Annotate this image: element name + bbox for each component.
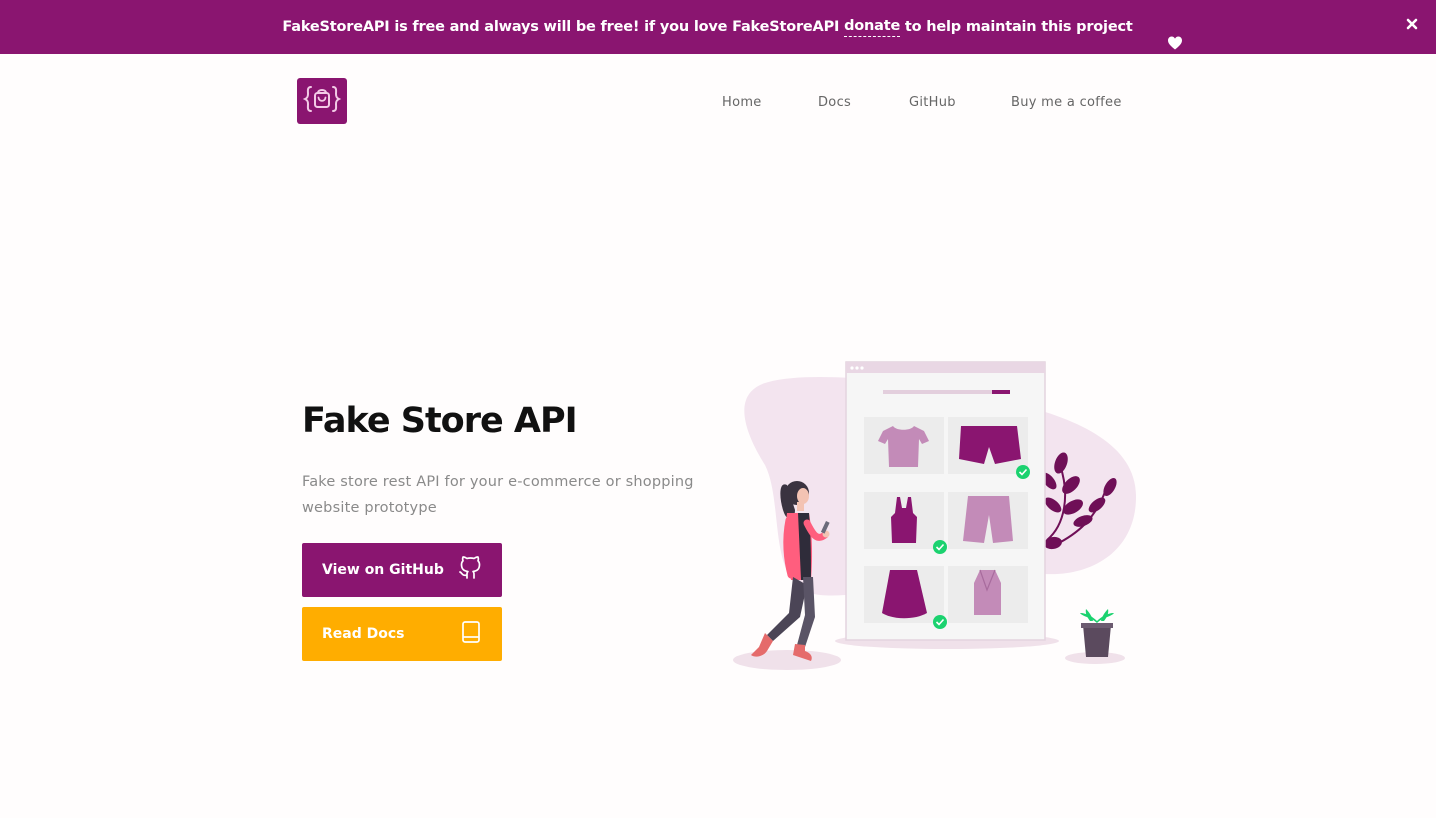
shopping-bag-braces-icon	[302, 82, 342, 120]
site-logo[interactable]	[297, 78, 347, 124]
donate-link[interactable]: donate	[844, 18, 900, 37]
hero-subtitle: Fake store rest API for your e-commerce …	[302, 474, 694, 516]
nav-buy-me-a-coffee[interactable]: Buy me a coffee	[1011, 95, 1122, 110]
view-on-github-label: View on GitHub	[322, 562, 444, 578]
view-on-github-button[interactable]: View on GitHub	[302, 543, 502, 597]
close-icon[interactable]	[1405, 17, 1419, 31]
nav-github[interactable]: GitHub	[909, 95, 956, 110]
banner-text-before: FakeStoreAPI is free and always will be …	[282, 19, 845, 35]
book-icon	[460, 620, 482, 648]
banner-text-after: to help maintain this project	[900, 19, 1133, 35]
read-docs-button[interactable]: Read Docs	[302, 607, 502, 661]
donation-banner: FakeStoreAPI is free and always will be …	[0, 0, 1436, 54]
woman-shopping-online-illustration	[725, 355, 1145, 677]
nav-docs[interactable]: Docs	[818, 95, 851, 110]
hero-title: Fake Store API	[302, 401, 578, 441]
nav-home[interactable]: Home	[722, 95, 762, 110]
heart-icon	[1138, 19, 1182, 50]
github-icon	[458, 556, 482, 584]
read-docs-label: Read Docs	[322, 626, 405, 642]
banner-message: FakeStoreAPI is free and always will be …	[282, 18, 1182, 50]
